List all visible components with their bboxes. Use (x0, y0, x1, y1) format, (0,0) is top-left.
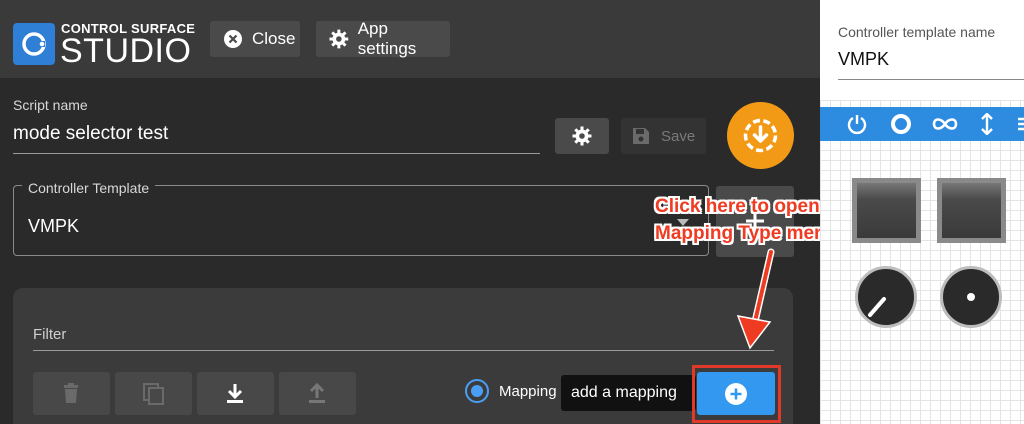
add-mapping-button[interactable] (697, 372, 775, 415)
filter-input[interactable]: Filter (33, 326, 66, 343)
template-name-label: Controller template name (838, 24, 996, 40)
pad-face (857, 183, 916, 238)
save-icon (633, 128, 649, 144)
save-button-label: Save (661, 127, 696, 145)
upload-icon (309, 382, 325, 403)
controller-template-label: Controller Template (22, 180, 156, 196)
download-icon (227, 384, 243, 403)
logo: CONTROL SURFACE STUDIO (13, 18, 195, 70)
export-fab[interactable] (727, 102, 794, 169)
annotation-arrow-icon (736, 248, 775, 350)
import-button[interactable] (197, 372, 274, 415)
infinity-icon[interactable] (931, 113, 959, 135)
mapping-radio[interactable] (465, 379, 489, 403)
gear-icon (572, 126, 592, 146)
delete-button[interactable] (33, 372, 110, 415)
script-name-underline (13, 153, 540, 154)
more-tools-icon[interactable] (1016, 113, 1024, 135)
right-panel: Controller template name VMPK (820, 0, 1024, 424)
power-icon[interactable] (846, 113, 868, 135)
template-name-underline (838, 79, 1024, 80)
close-button[interactable]: Close (210, 21, 300, 57)
knob-pointer (868, 297, 886, 317)
app-window: CONTROL SURFACE STUDIO Close App setting… (0, 0, 853, 424)
copy-icon (143, 383, 164, 405)
knob-pointer (967, 293, 975, 301)
controller-canvas[interactable] (820, 100, 1024, 424)
close-button-label: Close (252, 29, 296, 48)
filter-underline (33, 350, 774, 351)
close-circle-icon (224, 30, 242, 48)
knob-control[interactable] (940, 266, 1002, 328)
template-name-input[interactable]: VMPK (838, 49, 889, 70)
pad-face (942, 183, 1001, 238)
app-settings-label: App settings (357, 19, 417, 58)
circle-icon[interactable] (890, 113, 912, 135)
logo-title: STUDIO (60, 32, 192, 70)
save-button[interactable]: Save (621, 118, 706, 154)
export-button[interactable] (279, 372, 356, 415)
script-name-label: Script name (13, 97, 88, 113)
duplicate-button[interactable] (115, 372, 192, 415)
top-bar: CONTROL SURFACE STUDIO Close App setting… (0, 0, 820, 78)
knob-control[interactable] (855, 266, 917, 328)
app-settings-button[interactable]: App settings (316, 19, 450, 58)
pad-control[interactable] (937, 178, 1006, 243)
gear-icon (329, 29, 349, 49)
script-settings-button[interactable] (555, 118, 609, 154)
pad-control[interactable] (852, 178, 921, 243)
vertical-arrows-icon[interactable] (979, 113, 995, 135)
plus-circle-icon (725, 383, 747, 405)
download-circle-icon (743, 118, 778, 153)
script-name-input[interactable]: mode selector test (13, 123, 168, 145)
logo-mark (13, 23, 55, 65)
add-mapping-tooltip: add a mapping (561, 375, 696, 411)
trash-icon (64, 383, 78, 403)
controller-toolbar (820, 107, 1024, 141)
controller-template-value: VMPK (28, 216, 80, 236)
mapping-radio-label: Mapping (499, 383, 557, 400)
